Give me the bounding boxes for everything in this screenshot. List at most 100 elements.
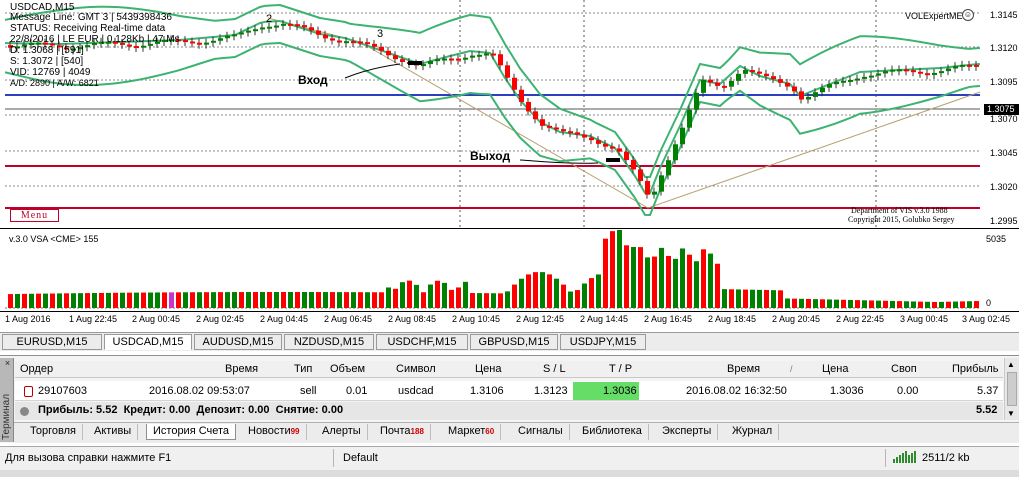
candle-body (302, 25, 307, 28)
column-header-swap[interactable]: Своп (891, 363, 917, 376)
price-axis-label: 1.3020 (990, 182, 1018, 192)
tab-nzdusd-m15[interactable]: NZDUSD,M15 (284, 334, 374, 350)
tab-experts[interactable]: Эксперты (656, 424, 719, 440)
tab-journal[interactable]: Журнал (726, 424, 780, 440)
tab-trade[interactable]: Торговля (24, 424, 83, 440)
candle-body (911, 70, 916, 73)
volume-bar (799, 298, 804, 308)
volume-bar (596, 274, 601, 308)
column-header-close-price[interactable]: Цена (822, 363, 848, 376)
scroll-up-arrow-icon[interactable]: ▲ (1007, 360, 1015, 369)
tab-library[interactable]: Библиотека (576, 424, 649, 440)
volume-indicator-panel[interactable]: v.3.0 VSA <CME> 155 5035 0 (0, 230, 1019, 312)
candle-body (778, 79, 783, 83)
tab-assets-label: Активы (94, 425, 132, 437)
expert-name-label: VOLExpertME (905, 11, 963, 21)
candle-body (820, 87, 825, 93)
candle-body (694, 92, 699, 110)
candle-body (785, 82, 790, 87)
status-profile[interactable]: Default (343, 452, 378, 464)
tab-news[interactable]: Новости99 (242, 424, 307, 440)
candle-body (519, 89, 524, 102)
volume-bar (778, 290, 783, 308)
volume-bar (932, 301, 937, 308)
candle-body (575, 132, 580, 135)
candle-body (316, 30, 321, 35)
entry-annotation: Вход (298, 73, 328, 87)
tab-usdcad-m15[interactable]: USDCAD,M15 (104, 334, 192, 350)
price-axis-label: 1.3070 (990, 114, 1018, 124)
column-header-type[interactable]: Тип (294, 363, 312, 376)
terminal-close-icon[interactable]: × (3, 359, 12, 368)
candle-body (939, 71, 944, 74)
terminal-side-strip[interactable]: Терминал (0, 358, 14, 442)
menu-button[interactable]: Menu (10, 209, 59, 222)
volume-bar (603, 238, 608, 308)
volume-bar (113, 292, 118, 308)
volume-bar (36, 293, 41, 308)
info-line-4: D: 1.3068 | [591] (10, 45, 84, 56)
tab-eurusd-m15[interactable]: EURUSD,M15 (2, 334, 102, 350)
volume-bar (736, 289, 741, 308)
time-axis-label: 2 Aug 22:45 (836, 314, 885, 324)
current-price-tag: 1.3075 (984, 104, 1019, 115)
volume-bar (645, 257, 650, 308)
market-count-badge: 60 (485, 427, 495, 436)
volume-bar (288, 292, 293, 308)
tab-signals-label: Сигналы (518, 425, 563, 437)
volume-bar (540, 272, 545, 308)
status-help-text: Для вызова справки нажмите F1 (5, 452, 172, 464)
info-line-2: STATUS: Receiving Real-time data (10, 23, 166, 34)
volume-bar (106, 292, 111, 308)
time-axis-label: 2 Aug 08:45 (388, 314, 437, 324)
candle-body (925, 73, 930, 76)
candle-body (708, 79, 713, 83)
volume-bar (43, 293, 48, 308)
tab-account-history[interactable]: История Счета (146, 424, 237, 440)
volume-bar (631, 246, 636, 308)
column-header-close-time[interactable]: Время (727, 363, 760, 376)
candle-body (309, 27, 314, 31)
volume-bar (463, 281, 468, 308)
candle-body (204, 42, 209, 45)
volume-bar (946, 301, 951, 308)
scroll-down-arrow-icon[interactable]: ▼ (1007, 409, 1015, 418)
tab-audusd-m15[interactable]: AUDUSD,M15 (194, 334, 282, 350)
scroll-thumb[interactable] (1007, 372, 1017, 406)
column-header-volume[interactable]: Объем (330, 363, 365, 376)
tab-mailbox[interactable]: Почта188 (374, 424, 431, 440)
time-axis-label: 2 Aug 12:45 (516, 314, 565, 324)
column-header-symbol[interactable]: Символ (396, 363, 436, 376)
column-header-tp[interactable]: T / P (609, 363, 632, 376)
column-header-open-time[interactable]: Время (225, 363, 258, 376)
tab-usdchf-m15[interactable]: USDCHF,M15 (376, 334, 468, 350)
tab-assets[interactable]: Активы (88, 424, 139, 440)
tab-market[interactable]: Маркет60 (442, 424, 502, 440)
price-axis-label: 1.3120 (990, 43, 1018, 53)
tab-signals[interactable]: Сигналы (512, 424, 570, 440)
volume-indicator-label: v.3.0 VSA <CME> 155 (9, 234, 99, 244)
column-header-order[interactable]: Ордер (20, 363, 53, 376)
volume-bar (456, 287, 461, 308)
column-header-profit[interactable]: Прибыль (952, 363, 999, 376)
column-header-sl[interactable]: S / L (543, 363, 566, 376)
volume-bar (477, 293, 482, 308)
terminal-scrollbar[interactable]: ▲ ▼ (1004, 358, 1019, 420)
candle-body (561, 129, 566, 132)
tab-alerts[interactable]: Алерты (316, 424, 368, 440)
price-axis-label: 1.3095 (990, 77, 1018, 87)
tab-gbpusd-m15[interactable]: GBPUSD,M15 (470, 334, 558, 350)
candle-body (729, 80, 734, 87)
volume-bar (435, 280, 440, 308)
volume-bar (883, 300, 888, 308)
column-header-open-price[interactable]: Цена (475, 363, 501, 376)
volume-bar (680, 248, 685, 308)
volume-bar (57, 293, 62, 308)
tab-usdjpy-m15[interactable]: USDJPY,M15 (560, 334, 646, 350)
candle-body (260, 27, 265, 30)
price-chart-panel[interactable]: USDCAD,M15 Message Line: GMT 3 | 5439398… (0, 0, 1019, 229)
candle-body (967, 64, 972, 67)
candle-body (428, 61, 433, 65)
volume-bar (561, 284, 566, 308)
volume-bar (869, 300, 874, 308)
